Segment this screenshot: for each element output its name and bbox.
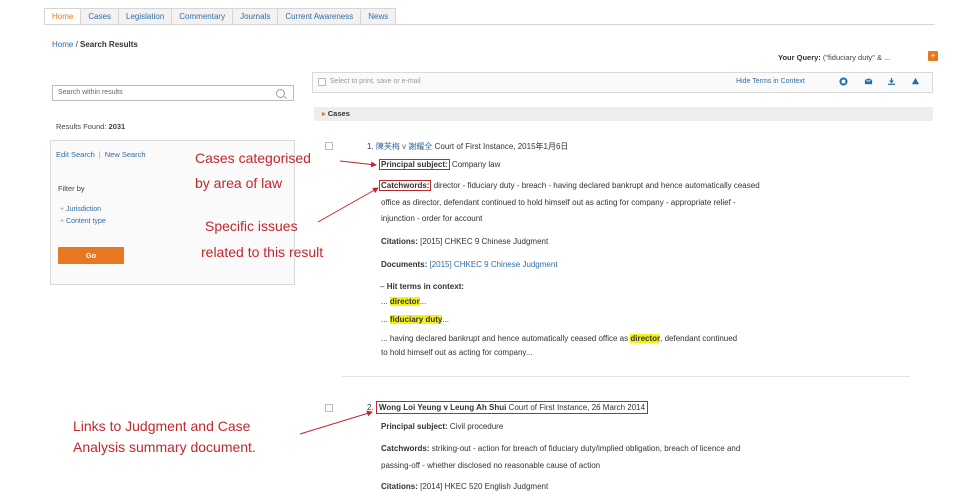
arrow-to-catchwords [317,187,379,223]
annotation-arrows [299,160,379,435]
arrow-to-principal-subject [339,160,377,168]
arrow-to-result-2-title [299,410,373,435]
